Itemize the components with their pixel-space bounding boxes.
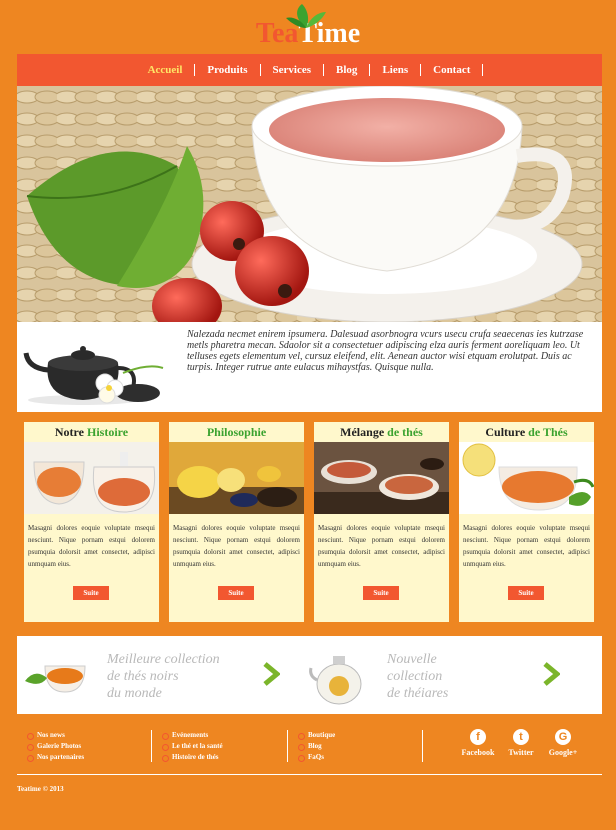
footer-link[interactable]: Evénements bbox=[162, 730, 223, 741]
footer-link[interactable]: Galerie Photos bbox=[27, 741, 84, 752]
footer-link[interactable]: Nos news bbox=[27, 730, 84, 741]
facebook-link[interactable]: f Facebook bbox=[458, 729, 498, 757]
footer-link[interactable]: Le thé et la santé bbox=[162, 741, 223, 752]
arrow-right-icon[interactable] bbox=[262, 662, 280, 686]
nav-item-services[interactable]: Services bbox=[261, 64, 325, 76]
suite-button[interactable]: Suite bbox=[218, 586, 254, 600]
card-image bbox=[459, 442, 594, 514]
promo-right-text[interactable]: Nouvelle collection de théiares bbox=[387, 651, 448, 702]
footer-link[interactable]: Nos partenaires bbox=[27, 752, 84, 763]
arrow-right-icon[interactable] bbox=[542, 662, 560, 686]
footer-link[interactable]: Boutique bbox=[298, 730, 335, 741]
footer-link[interactable]: Histoire de thés bbox=[162, 752, 223, 763]
footer-links-col3: Boutique Blog FaQs bbox=[298, 730, 335, 763]
nav-item-contact[interactable]: Contact bbox=[421, 64, 484, 76]
footer-divider bbox=[151, 730, 152, 762]
footer-link[interactable]: Blog bbox=[298, 741, 335, 752]
card-title: Culture de Thés bbox=[485, 425, 568, 439]
card-text: Masagni dolores eoquie voluptate msequi … bbox=[28, 524, 155, 568]
copyright-text: Teatime © 2013 bbox=[17, 785, 64, 793]
twitter-link[interactable]: t Twitter bbox=[504, 729, 538, 757]
card-image bbox=[169, 442, 304, 514]
site-logo[interactable]: TeaTime bbox=[0, 4, 616, 54]
hero-image bbox=[17, 86, 602, 322]
suite-button[interactable]: Suite bbox=[508, 586, 544, 600]
footer-separator bbox=[17, 774, 602, 775]
card-philosophie: Philosophie Masagni dolores eoquie volup… bbox=[169, 422, 304, 622]
footer-links-col2: Evénements Le thé et la santé Histoire d… bbox=[162, 730, 223, 763]
google-plus-icon: G bbox=[555, 729, 571, 745]
suite-button[interactable]: Suite bbox=[363, 586, 399, 600]
card-title: Notre Histoire bbox=[54, 425, 129, 439]
intro-text: Nalezada necmet enirem ipsumera. Dalesua… bbox=[187, 329, 584, 373]
google-plus-link[interactable]: G Google+ bbox=[544, 729, 582, 757]
nav-item-liens[interactable]: Liens bbox=[370, 64, 422, 76]
teapot-illustration bbox=[23, 346, 164, 405]
card-image bbox=[314, 442, 449, 514]
footer-links-col1: Nos news Galerie Photos Nos partenaires bbox=[27, 730, 84, 763]
footer-divider bbox=[422, 730, 423, 762]
twitter-icon: t bbox=[513, 729, 529, 745]
suite-button[interactable]: Suite bbox=[73, 586, 109, 600]
footer-link[interactable]: FaQs bbox=[298, 752, 335, 763]
card-text: Masagni dolores eoquie voluptate msequi … bbox=[318, 524, 445, 568]
card-image bbox=[24, 442, 159, 514]
leaf-icon bbox=[285, 4, 326, 28]
tea-cup-image bbox=[25, 665, 86, 693]
card-culture-de-thes: Culture de Thés Masagni dolores eoquie v… bbox=[459, 422, 594, 622]
card-title: Philosophie bbox=[206, 425, 267, 439]
card-notre-histoire: Notre Histoire Masagni dolores eoquie vo… bbox=[24, 422, 159, 622]
card-text: Masagni dolores eoquie voluptate msequi … bbox=[173, 524, 300, 568]
footer-divider bbox=[287, 730, 288, 762]
tea-cup-illustration bbox=[17, 86, 602, 322]
nav-item-produits[interactable]: Produits bbox=[195, 64, 261, 76]
card-title: Mélange de thés bbox=[340, 425, 423, 439]
card-melange-de-thes: Mélange de thés Masagni dolores eoquie v… bbox=[314, 422, 449, 622]
facebook-icon: f bbox=[470, 729, 486, 745]
nav-item-blog[interactable]: Blog bbox=[324, 64, 371, 76]
promo-banner: Meilleure collection de thés noirs du mo… bbox=[17, 636, 602, 714]
nav-item-accueil[interactable]: Accueil bbox=[136, 64, 196, 76]
teapot-glass-image bbox=[309, 656, 362, 705]
card-text: Masagni dolores eoquie voluptate msequi … bbox=[463, 524, 590, 568]
intro-section: Nalezada necmet enirem ipsumera. Dalesua… bbox=[17, 322, 602, 412]
main-nav: Accueil Produits Services Blog Liens Con… bbox=[17, 54, 602, 86]
promo-left-text[interactable]: Meilleure collection de thés noirs du mo… bbox=[107, 651, 220, 702]
